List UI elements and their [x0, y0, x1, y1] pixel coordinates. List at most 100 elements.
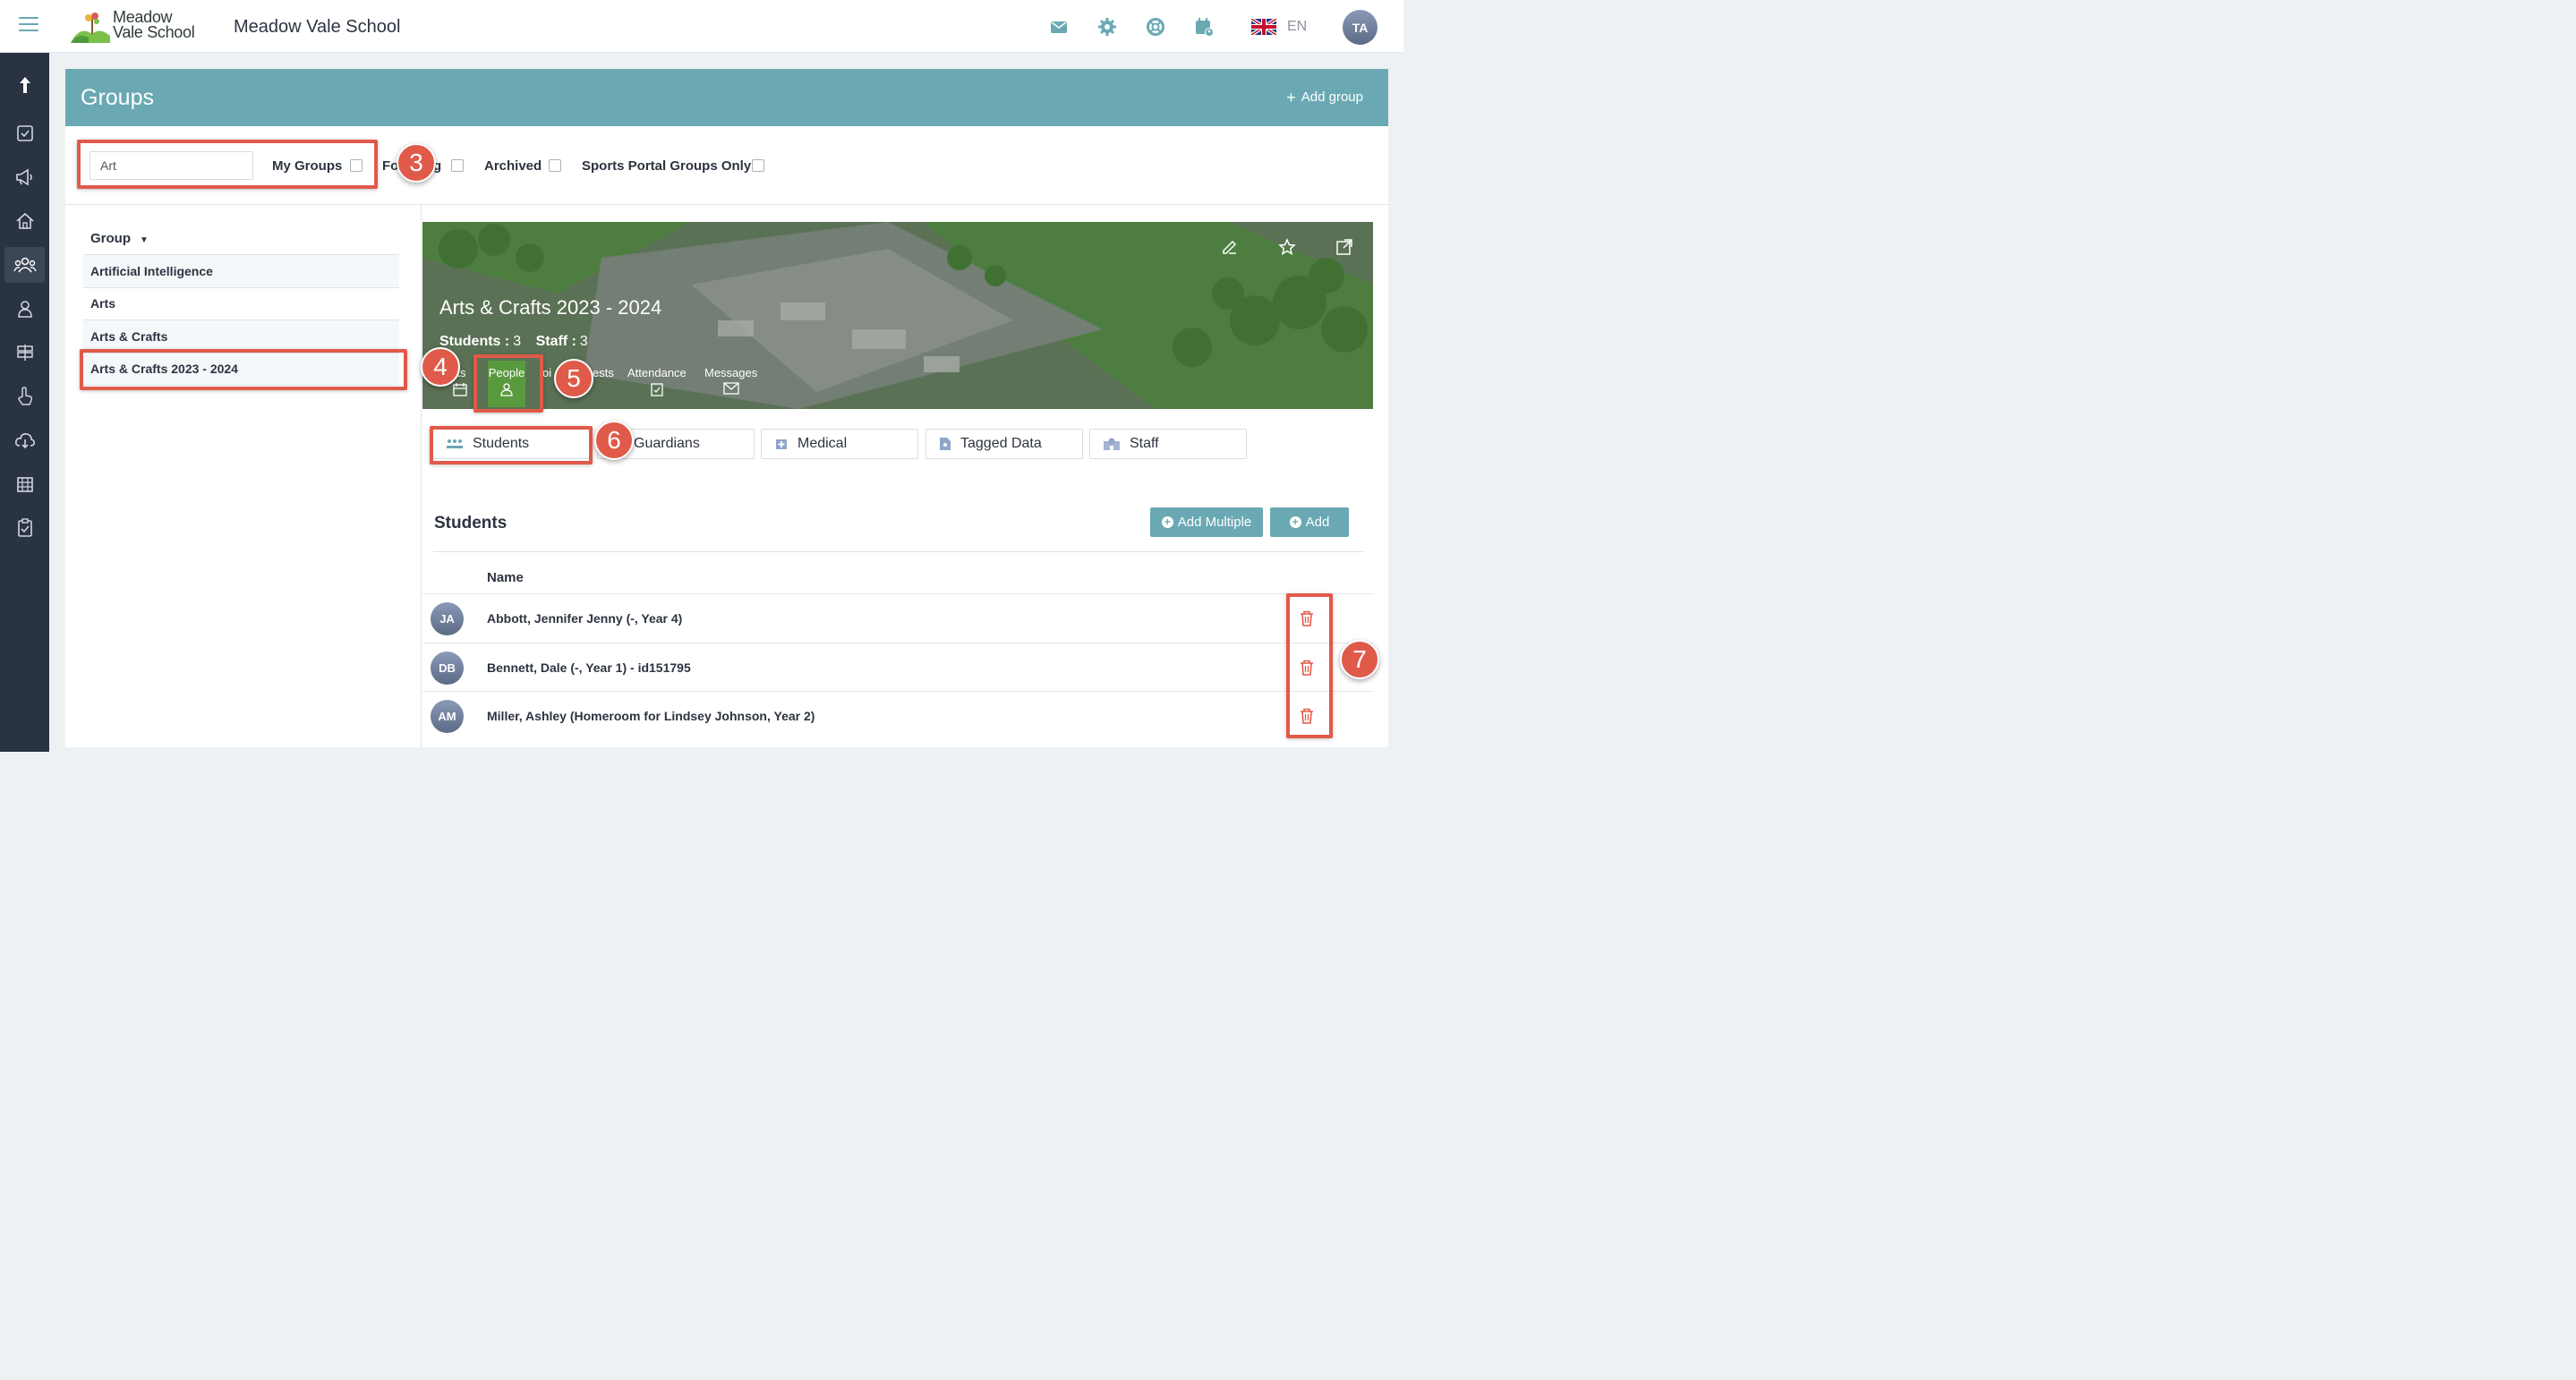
tab-points-label: oi [542, 366, 552, 379]
avatar: DB [431, 651, 464, 685]
sidebar [0, 53, 49, 752]
calendar-user-icon[interactable] [1194, 17, 1214, 37]
add-student-button[interactable]: + Add [1270, 507, 1349, 537]
language-label: EN [1287, 19, 1308, 34]
group-header-label: Group [90, 231, 131, 246]
page-title: Groups [81, 85, 154, 110]
school-logo[interactable]: Meadow Vale School [69, 9, 199, 45]
following-checkbox[interactable] [451, 159, 464, 172]
add-multiple-button[interactable]: + Add Multiple [1150, 507, 1263, 537]
avatar: JA [431, 602, 464, 635]
sidebar-signpost-icon[interactable] [4, 335, 45, 371]
annotation-box-delete-icons [1286, 593, 1333, 738]
annotation-badge-7: 7 [1340, 640, 1379, 679]
tab-attendance-label: Attendance [627, 366, 687, 379]
archived-label: Archived [484, 158, 542, 174]
add-multiple-label: Add Multiple [1177, 515, 1252, 530]
tab-messages-label: Messages [704, 366, 758, 379]
uk-flag-icon [1251, 19, 1276, 35]
sort-down-icon: ▼ [140, 234, 149, 245]
hamburger-menu-icon[interactable] [19, 17, 38, 35]
sidebar-clipboard-check-icon[interactable] [4, 510, 45, 546]
staff-count: 3 [579, 334, 588, 349]
sidebar-groups-icon[interactable] [4, 247, 45, 283]
student-name[interactable]: Abbott, Jennifer Jenny (-, Year 4) [487, 611, 682, 626]
table-row[interactable]: JA Abbott, Jennifer Jenny (-, Year 4) [422, 593, 1373, 643]
top-bar: Meadow Vale School Meadow Vale School EN… [0, 0, 1403, 53]
students-count: 3 [513, 334, 522, 349]
subtab-tagged-data[interactable]: Tagged Data [925, 429, 1083, 459]
subtab-staff[interactable]: Staff [1089, 429, 1247, 459]
gear-icon[interactable] [1097, 17, 1117, 37]
group-title: Arts & Crafts 2023 - 2024 [439, 296, 662, 319]
plus-circle-icon: + [1161, 516, 1173, 528]
student-name[interactable]: Miller, Ashley (Homeroom for Lindsey Joh… [487, 709, 815, 723]
subtab-guardians-label: Guardians [634, 436, 700, 451]
annotation-badge-3: 3 [397, 143, 436, 183]
annotation-box-filters [77, 140, 378, 189]
table-row[interactable]: DB Bennett, Dale (-, Year 1) - id151795 [422, 642, 1373, 692]
table-row[interactable]: AM Miller, Ashley (Homeroom for Lindsey … [422, 691, 1373, 740]
sidebar-hand-pointer-icon[interactable] [4, 379, 45, 414]
language-selector[interactable]: EN [1251, 19, 1307, 35]
medical-icon [776, 439, 787, 449]
sidebar-arrow-up-icon[interactable] [4, 67, 45, 103]
students-section-title: Students [434, 514, 508, 532]
staff-icon [1104, 438, 1120, 450]
group-column-header[interactable]: Group ▼ [83, 223, 399, 255]
annotation-box-selected-group [80, 349, 407, 390]
sidebar-megaphone-icon[interactable] [4, 159, 45, 195]
tab-interests-label: ests [593, 366, 614, 379]
sidebar-home-icon[interactable] [4, 203, 45, 239]
add-group-button[interactable]: + Add group [1286, 88, 1363, 106]
avatar: AM [431, 700, 464, 733]
envelope-icon [722, 382, 739, 395]
groups-content: My Groups Fo g Archived Sports Portal Gr… [65, 126, 1388, 747]
group-item-arts[interactable]: Arts [83, 288, 399, 320]
sidebar-checkbox-icon[interactable] [4, 115, 45, 151]
annotation-badge-6: 6 [594, 421, 634, 460]
tab-messages[interactable]: Messages [704, 366, 757, 395]
name-column-header[interactable]: Name [487, 570, 524, 585]
panel-divider [421, 205, 422, 747]
add-label: Add [1305, 515, 1330, 530]
tab-interests[interactable]: ests [593, 366, 614, 379]
tab-points[interactable]: oi [542, 366, 551, 379]
subtab-medical-label: Medical [798, 436, 848, 451]
groups-header: Groups + Add group [65, 69, 1388, 126]
plus-circle-icon: + [1289, 516, 1301, 528]
sidebar-person-icon[interactable] [4, 291, 45, 327]
sports-portal-label: Sports Portal Groups Only [582, 158, 752, 174]
sports-portal-checkbox[interactable] [752, 159, 764, 172]
annotation-box-students-subtab [430, 426, 593, 464]
sidebar-cloud-download-icon[interactable] [4, 422, 45, 458]
edit-icon[interactable] [1221, 238, 1239, 256]
add-group-label: Add group [1301, 89, 1363, 105]
plus-icon: + [1286, 88, 1296, 106]
students-count-label: Students : [439, 334, 510, 349]
sidebar-calendar-grid-icon[interactable] [4, 466, 45, 502]
tab-attendance[interactable]: Attendance [627, 366, 687, 396]
clipboard-check-icon [651, 383, 663, 396]
staff-count-label: Staff : [535, 334, 576, 349]
group-item-artificial-intelligence[interactable]: Artificial Intelligence [83, 255, 399, 288]
group-counts: Students :3 Staff :3 [439, 334, 599, 350]
mail-icon[interactable] [1049, 17, 1069, 37]
user-avatar[interactable]: TA [1343, 10, 1378, 45]
section-divider [433, 551, 1364, 552]
document-tag-icon [940, 438, 951, 450]
school-name: Meadow Vale School [234, 17, 401, 37]
subtab-staff-label: Staff [1130, 436, 1159, 451]
logo-text-line2: Vale School [113, 23, 195, 41]
annotation-badge-5: 5 [554, 359, 593, 398]
star-icon[interactable] [1278, 238, 1296, 256]
subtab-medical[interactable]: Medical [761, 429, 918, 459]
annotation-box-people-tab [473, 354, 543, 413]
subtab-tagged-data-label: Tagged Data [960, 436, 1042, 451]
student-name[interactable]: Bennett, Dale (-, Year 1) - id151795 [487, 660, 691, 675]
lifebuoy-icon[interactable] [1146, 17, 1165, 37]
archived-checkbox[interactable] [549, 159, 561, 172]
external-link-icon[interactable] [1335, 238, 1353, 256]
calendar-icon [453, 383, 467, 396]
annotation-badge-4: 4 [421, 347, 460, 387]
